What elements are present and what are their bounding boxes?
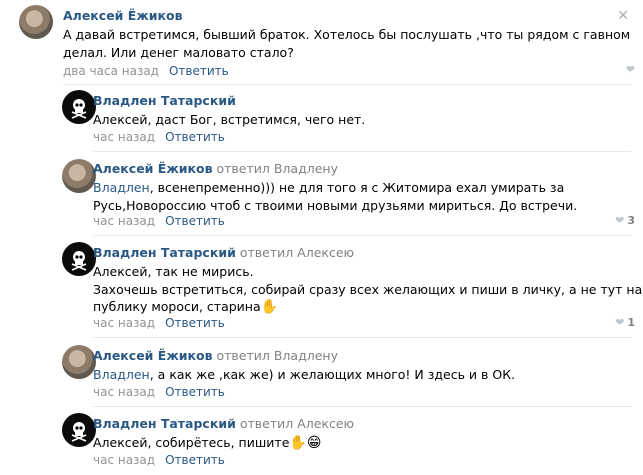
heart-icon: ❤	[625, 63, 635, 76]
comment-line: Захочешь встретиться, собирай сразу всех…	[93, 281, 643, 297]
comment-header: Владлен Татарский ответил Алексею	[93, 245, 354, 260]
comment-header: Алексей Ёжиков ответил Владлену	[93, 348, 338, 363]
avatar[interactable]	[19, 5, 53, 39]
comment-text: Владлен, а как же ,как же) и желающих мн…	[93, 366, 515, 384]
author-name[interactable]: Владлен Татарский	[93, 93, 236, 108]
avatar[interactable]	[62, 159, 96, 193]
comment-time[interactable]: час назад	[93, 385, 155, 399]
mention-link[interactable]: Владлен	[93, 367, 150, 382]
comment-time[interactable]: час назад	[93, 214, 155, 228]
author-name[interactable]: Алексей Ёжиков	[93, 348, 213, 363]
comment-meta: час назад Ответить	[93, 453, 225, 467]
divider	[93, 235, 631, 236]
like-count: 1	[627, 316, 635, 329]
divider	[63, 84, 631, 85]
like-button[interactable]: ❤ 3	[615, 214, 635, 227]
avatar[interactable]	[62, 90, 96, 124]
comment-meta: два часа назад Ответить	[63, 64, 229, 78]
comment-line: Владлен, всенепременно))) не для того я …	[93, 179, 577, 197]
comment-time[interactable]: час назад	[93, 316, 155, 330]
comment-text: Алексей, так не мирись. Захочешь встрети…	[93, 263, 642, 316]
skull-icon	[71, 422, 87, 442]
comment-line: Алексей, так не мирись.	[93, 264, 254, 279]
comment-line-text: Алексей, собирётесь, пишите	[93, 435, 290, 450]
like-count: 3	[627, 214, 635, 227]
comment-header: Алексей Ёжиков ответил Владлену	[93, 161, 338, 176]
comment-line-text: , а как же ,как же) и желающих много! И …	[149, 367, 516, 382]
comment-line-text: , всенепременно))) не для того я с Житом…	[149, 180, 565, 195]
author-name[interactable]: Алексей Ёжиков	[93, 161, 213, 176]
heart-icon: ❤	[615, 214, 625, 227]
comment-line: Алексей, даст Бог, встретимся, чего нет.	[93, 112, 366, 127]
comment-meta: час назад Ответить	[93, 130, 225, 144]
divider	[93, 337, 631, 338]
reply-target[interactable]: ответил Владлену	[217, 348, 338, 363]
divider	[93, 406, 631, 407]
comment-meta: час назад Ответить	[93, 385, 225, 399]
reply-button[interactable]: Ответить	[165, 130, 225, 144]
comment-line: делал. Или денег маловато стало?	[63, 44, 294, 60]
comment-time[interactable]: два часа назад	[63, 64, 159, 78]
like-button[interactable]: ❤ 1	[615, 316, 635, 329]
reply-target[interactable]: ответил Алексею	[240, 416, 354, 431]
comment-line: А давай встретимся, бывший браток. Хотел…	[63, 27, 631, 42]
reply-button[interactable]: Ответить	[165, 453, 225, 467]
waving-hand-icon: ✋	[260, 299, 279, 315]
comment-time[interactable]: час назад	[93, 130, 155, 144]
author-name[interactable]: Алексей Ёжиков	[63, 8, 183, 23]
like-button[interactable]: ❤	[626, 63, 635, 76]
comment-header: Алексей Ёжиков	[63, 8, 183, 23]
skull-icon	[71, 99, 87, 119]
avatar[interactable]	[62, 413, 96, 447]
comment-text: Алексей, собирётесь, пишите✋😁	[93, 434, 321, 452]
avatar[interactable]	[62, 345, 96, 379]
comment-text: А давай встретимся, бывший браток. Хотел…	[63, 26, 630, 61]
comment-line: публику мороси, старина✋	[93, 298, 642, 316]
reply-target[interactable]: ответил Алексею	[240, 245, 354, 260]
comment-header: Владлен Татарский	[93, 93, 236, 108]
comment-text: Владлен, всенепременно))) не для того я …	[93, 179, 577, 214]
author-name[interactable]: Владлен Татарский	[93, 416, 236, 431]
comment-line: Владлен, а как же ,как же) и желающих мн…	[93, 366, 515, 384]
comment-header: Владлен Татарский ответил Алексею	[93, 416, 354, 431]
divider	[93, 151, 631, 152]
author-name[interactable]: Владлен Татарский	[93, 245, 236, 260]
comment-meta: час назад Ответить	[93, 316, 225, 330]
comment-text: Алексей, даст Бог, встретимся, чего нет.	[93, 111, 365, 129]
comment-line: Алексей, собирётесь, пишите✋😁	[93, 434, 321, 452]
emoji-icons: ✋😁	[289, 435, 322, 451]
comment-meta: час назад Ответить	[93, 214, 225, 228]
reply-target[interactable]: ответил Владлену	[217, 161, 338, 176]
reply-button[interactable]: Ответить	[169, 64, 229, 78]
reply-button[interactable]: Ответить	[165, 316, 225, 330]
comment-line-text: публику мороси, старина	[93, 299, 261, 314]
comment-line: Русь,Новороссию чтоб с твоими новыми дру…	[93, 197, 578, 213]
mention-link[interactable]: Владлен	[93, 180, 150, 195]
skull-icon	[71, 251, 87, 271]
reply-button[interactable]: Ответить	[165, 214, 225, 228]
heart-icon: ❤	[615, 316, 625, 329]
comment-time[interactable]: час назад	[93, 453, 155, 467]
avatar[interactable]	[62, 242, 96, 276]
close-icon[interactable]: ✕	[617, 8, 629, 24]
reply-button[interactable]: Ответить	[165, 385, 225, 399]
